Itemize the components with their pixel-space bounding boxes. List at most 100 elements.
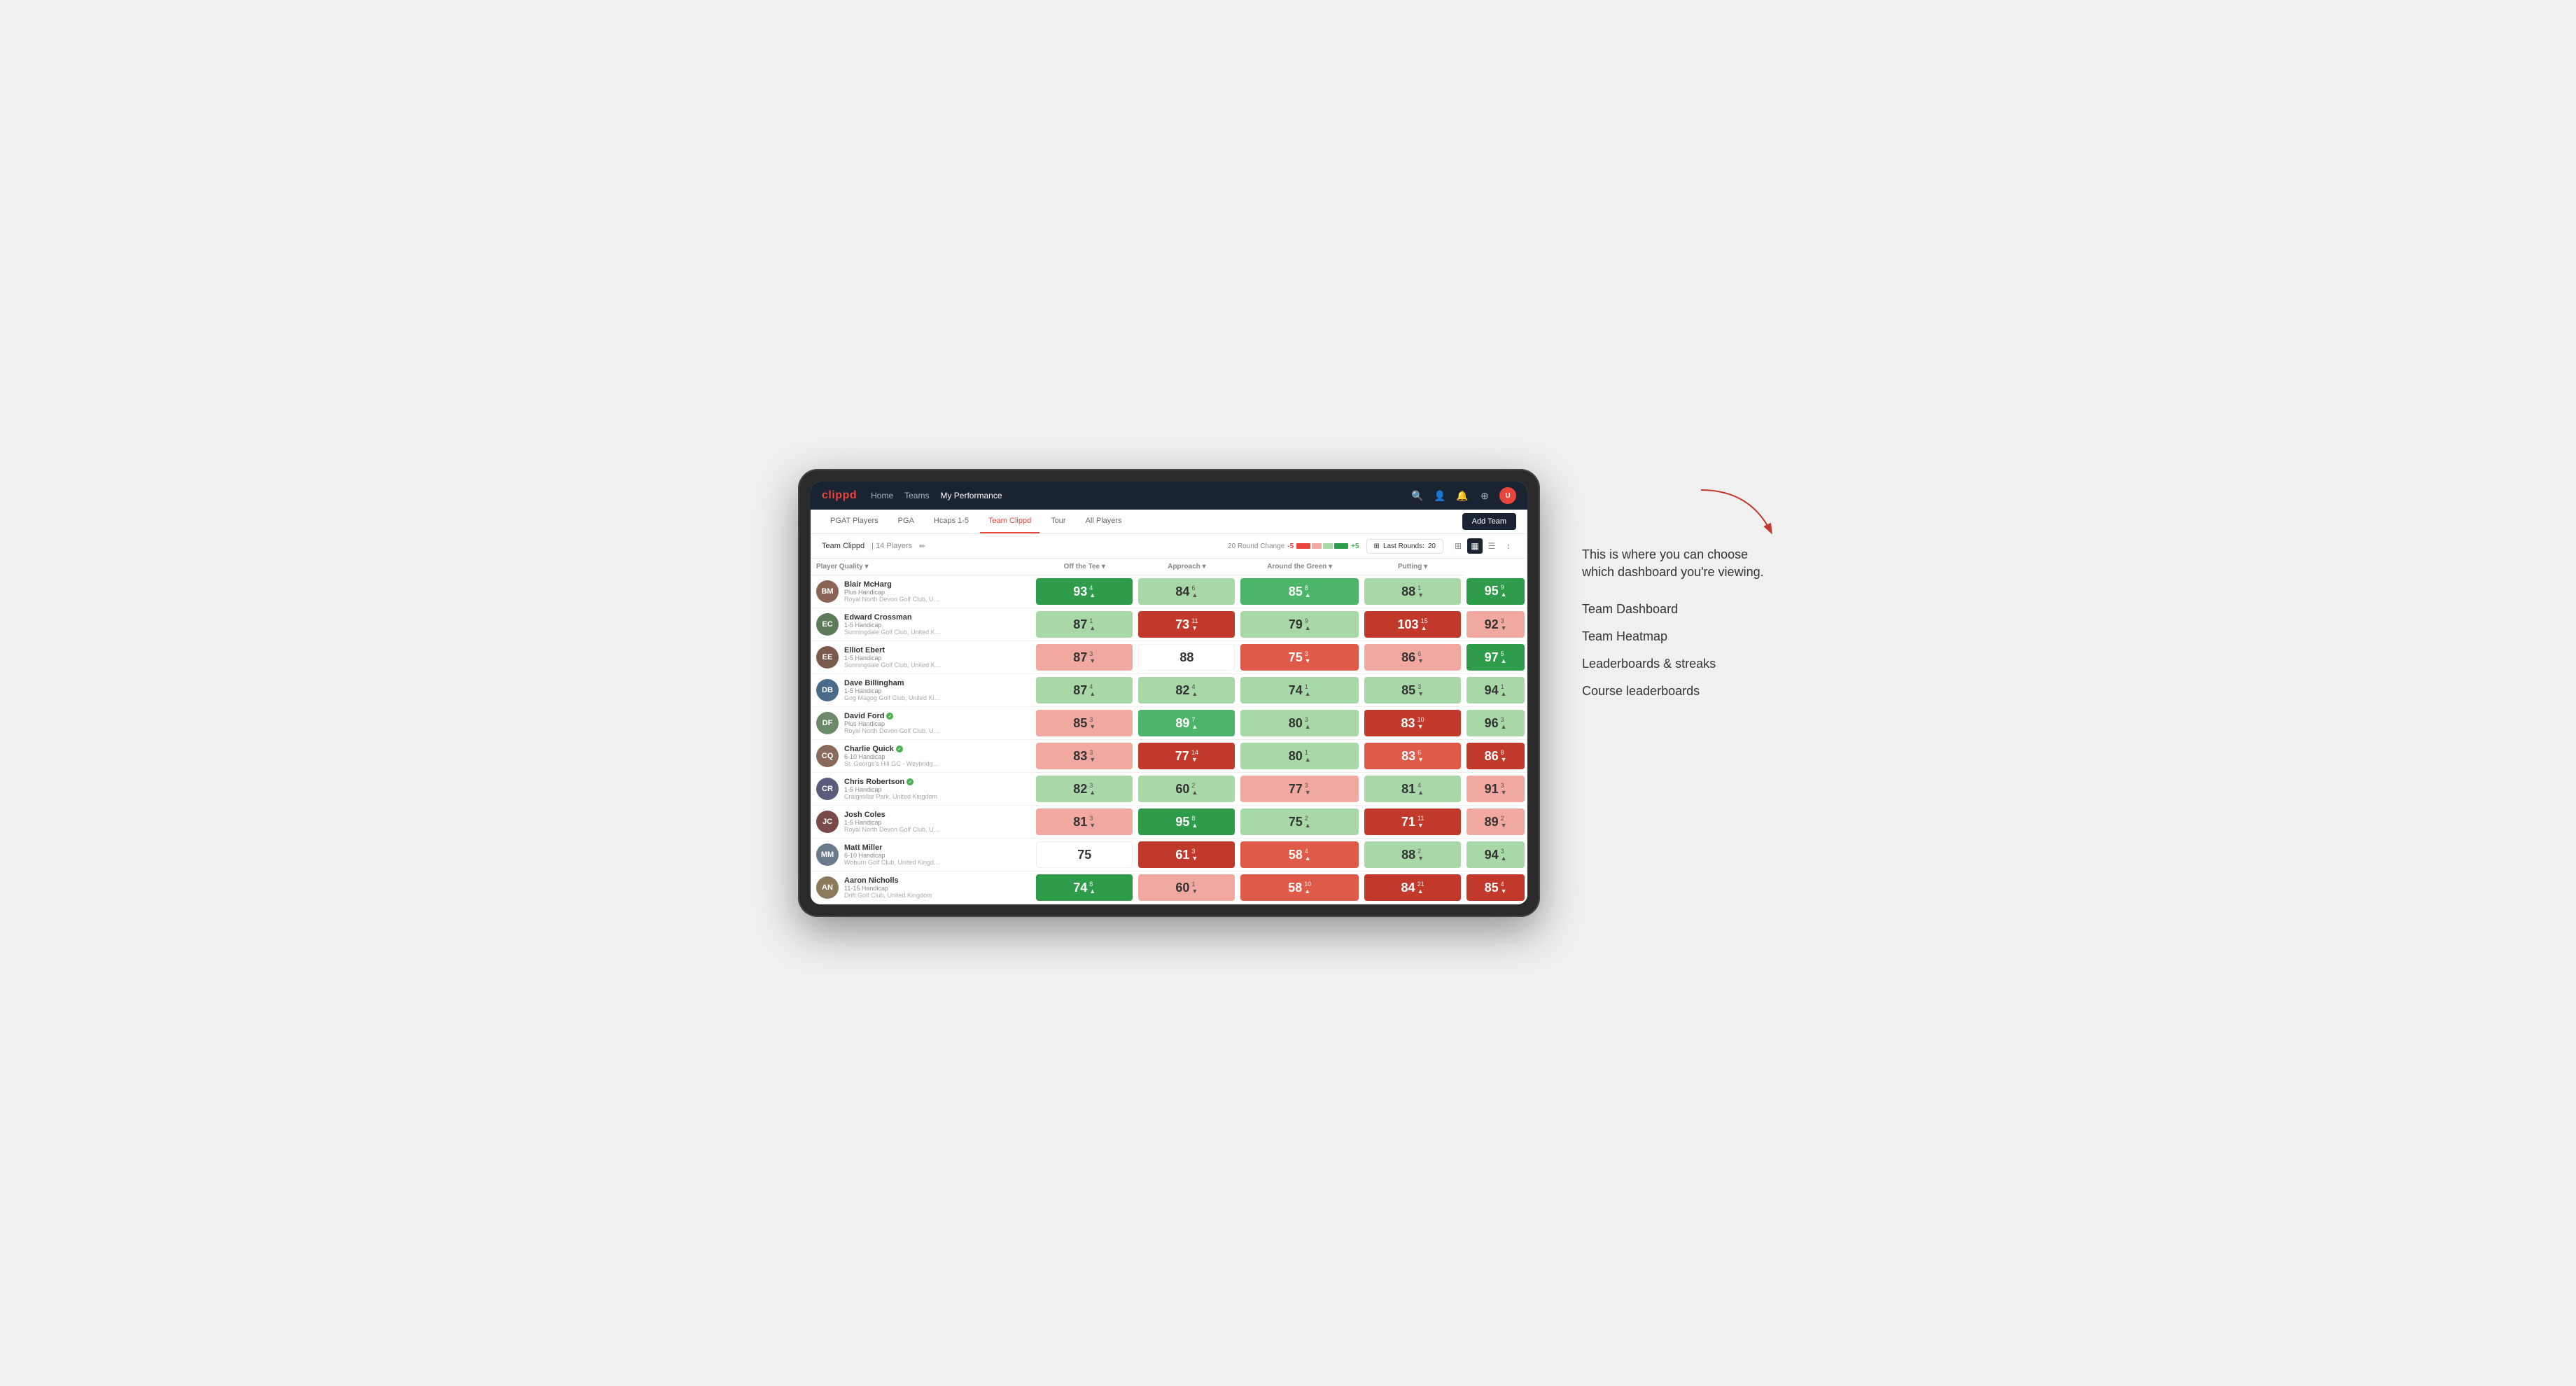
player-cell[interactable]: BM Blair McHarg Plus Handicap Royal Nort… [811, 575, 1033, 608]
metric-change: 3▲ [1501, 848, 1507, 862]
metric-change: 1▲ [1501, 684, 1507, 697]
metric-cell: 80 3▲ [1238, 707, 1362, 740]
view-grid-button[interactable]: ⊞ [1450, 538, 1466, 554]
tab-team-clippd[interactable]: Team Clippd [980, 510, 1040, 533]
player-cell[interactable]: CR Chris Robertson ✓ 1-5 Handicap Craigm… [811, 773, 1033, 806]
table-row: EC Edward Crossman 1-5 Handicap Sunningd… [811, 608, 1527, 641]
bell-icon[interactable]: 🔔 [1455, 488, 1470, 503]
table-container: Player Quality ▾ Off the Tee ▾ Approach … [811, 559, 1527, 904]
metric-score: 82 [1175, 683, 1189, 698]
player-handicap: 1-5 Handicap [844, 786, 937, 793]
player-club: Sunningdale Golf Club, United Kingdom [844, 662, 942, 668]
metric-score: 87 [1073, 683, 1087, 698]
sub-nav: PGAT Players PGA Hcaps 1-5 Team Clippd T… [811, 510, 1527, 534]
metric-cell: 85 4▼ [1464, 872, 1527, 904]
metric-cell: 74 8▲ [1033, 872, 1135, 904]
player-cell[interactable]: DF David Ford ✓ Plus Handicap Royal Nort… [811, 707, 1033, 740]
player-cell[interactable]: MM Matt Miller 6-10 Handicap Woburn Golf… [811, 839, 1033, 872]
metric-score: 85 [1485, 881, 1499, 895]
nav-home[interactable]: Home [871, 488, 893, 503]
player-avatar: BM [816, 580, 839, 603]
tab-all-players[interactable]: All Players [1077, 510, 1130, 533]
player-club: Royal North Devon Golf Club, United King… [844, 596, 942, 603]
view-list-button[interactable]: ☰ [1484, 538, 1499, 554]
player-name: Edward Crossman [844, 613, 942, 622]
tab-pgat-players[interactable]: PGAT Players [822, 510, 887, 533]
metric-score: 88 [1180, 650, 1194, 665]
metric-cell: 83 6▼ [1362, 740, 1464, 773]
metric-score: 85 [1289, 584, 1303, 599]
metric-cell: 80 1▲ [1238, 740, 1362, 773]
metric-score: 80 [1289, 749, 1303, 764]
metric-score: 58 [1288, 881, 1302, 895]
table-row: AN Aaron Nicholls 11-15 Handicap Drift G… [811, 872, 1527, 904]
settings-icon[interactable]: ⊕ [1477, 488, 1492, 503]
metric-score: 91 [1485, 782, 1499, 797]
metric-change: 7▲ [1191, 717, 1198, 730]
metric-score: 95 [1485, 584, 1499, 598]
metric-score: 84 [1401, 881, 1415, 895]
person-icon[interactable]: 👤 [1432, 488, 1448, 503]
metric-cell: 81 3▼ [1033, 806, 1135, 839]
tab-tour[interactable]: Tour [1042, 510, 1074, 533]
metric-change: 6▲ [1191, 585, 1198, 598]
metric-change: 4▲ [1418, 783, 1424, 796]
search-icon[interactable]: 🔍 [1410, 488, 1425, 503]
last-rounds-button[interactable]: ⊞ Last Rounds: 20 [1366, 539, 1443, 554]
annotation-team-heatmap: Team Heatmap [1582, 629, 1778, 644]
metric-cell: 75 3▼ [1238, 641, 1362, 674]
col-around-green[interactable]: Around the Green ▾ [1238, 559, 1362, 575]
player-name: Josh Coles [844, 811, 942, 819]
nav-links: Home Teams My Performance [871, 488, 1396, 503]
team-name: Team Clippd [822, 542, 864, 550]
metric-score: 97 [1485, 650, 1499, 665]
player-cell[interactable]: JC Josh Coles 1-5 Handicap Royal North D… [811, 806, 1033, 839]
player-avatar: MM [816, 844, 839, 866]
col-player-quality[interactable]: Player Quality ▾ [811, 559, 1033, 575]
metric-change: 15▲ [1421, 618, 1428, 631]
view-more-button[interactable]: ↕ [1501, 538, 1516, 554]
add-team-button[interactable]: Add Team [1462, 513, 1516, 530]
player-cell[interactable]: DB Dave Billingham 1-5 Handicap Gog Mago… [811, 674, 1033, 707]
metric-score: 75 [1077, 848, 1091, 862]
nav-my-performance[interactable]: My Performance [940, 488, 1002, 503]
col-off-tee[interactable]: Off the Tee ▾ [1033, 559, 1135, 575]
metric-cell: 58 10▲ [1238, 872, 1362, 904]
metric-change: 2▲ [1191, 783, 1198, 796]
player-name: Chris Robertson ✓ [844, 778, 937, 786]
metric-cell: 87 1▲ [1033, 608, 1135, 641]
metric-cell: 95 8▲ [1135, 806, 1238, 839]
metric-score: 93 [1073, 584, 1087, 599]
metric-change: 11▼ [1418, 816, 1424, 829]
nav-teams[interactable]: Teams [904, 488, 929, 503]
avatar[interactable]: U [1499, 487, 1516, 504]
table-row: BM Blair McHarg Plus Handicap Royal Nort… [811, 575, 1527, 608]
metric-cell: 97 5▲ [1464, 641, 1527, 674]
player-avatar: AN [816, 876, 839, 899]
metric-cell: 103 15▲ [1362, 608, 1464, 641]
metric-change: 3▼ [1089, 651, 1096, 664]
player-cell[interactable]: EC Edward Crossman 1-5 Handicap Sunningd… [811, 608, 1033, 641]
metric-change: 9▲ [1305, 618, 1311, 631]
filter-icon: ⊞ [1374, 542, 1380, 550]
tab-pga[interactable]: PGA [890, 510, 923, 533]
player-cell[interactable]: AN Aaron Nicholls 11-15 Handicap Drift G… [811, 872, 1033, 904]
player-cell[interactable]: CQ Charlie Quick ✓ 6-10 Handicap St. Geo… [811, 740, 1033, 773]
col-putting[interactable]: Putting ▾ [1362, 559, 1464, 575]
player-handicap: Plus Handicap [844, 589, 942, 596]
view-heatmap-button[interactable]: ▦ [1467, 538, 1483, 554]
col-approach[interactable]: Approach ▾ [1135, 559, 1238, 575]
player-handicap: 6-10 Handicap [844, 852, 942, 859]
player-cell[interactable]: EE Elliot Ebert 1-5 Handicap Sunningdale… [811, 641, 1033, 674]
metric-change: 3▼ [1089, 816, 1096, 829]
metric-change: 3▼ [1305, 651, 1311, 664]
edit-icon[interactable]: ✏ [919, 542, 925, 551]
tab-hcaps[interactable]: Hcaps 1-5 [925, 510, 977, 533]
metric-change: 4▲ [1305, 848, 1311, 862]
player-handicap: 6-10 Handicap [844, 753, 942, 760]
metric-cell: 77 14▼ [1135, 740, 1238, 773]
metric-score: 81 [1401, 782, 1415, 797]
player-count: | 14 Players [872, 542, 912, 550]
last-rounds-value: 20 [1428, 542, 1436, 550]
metric-score: 96 [1485, 716, 1499, 731]
